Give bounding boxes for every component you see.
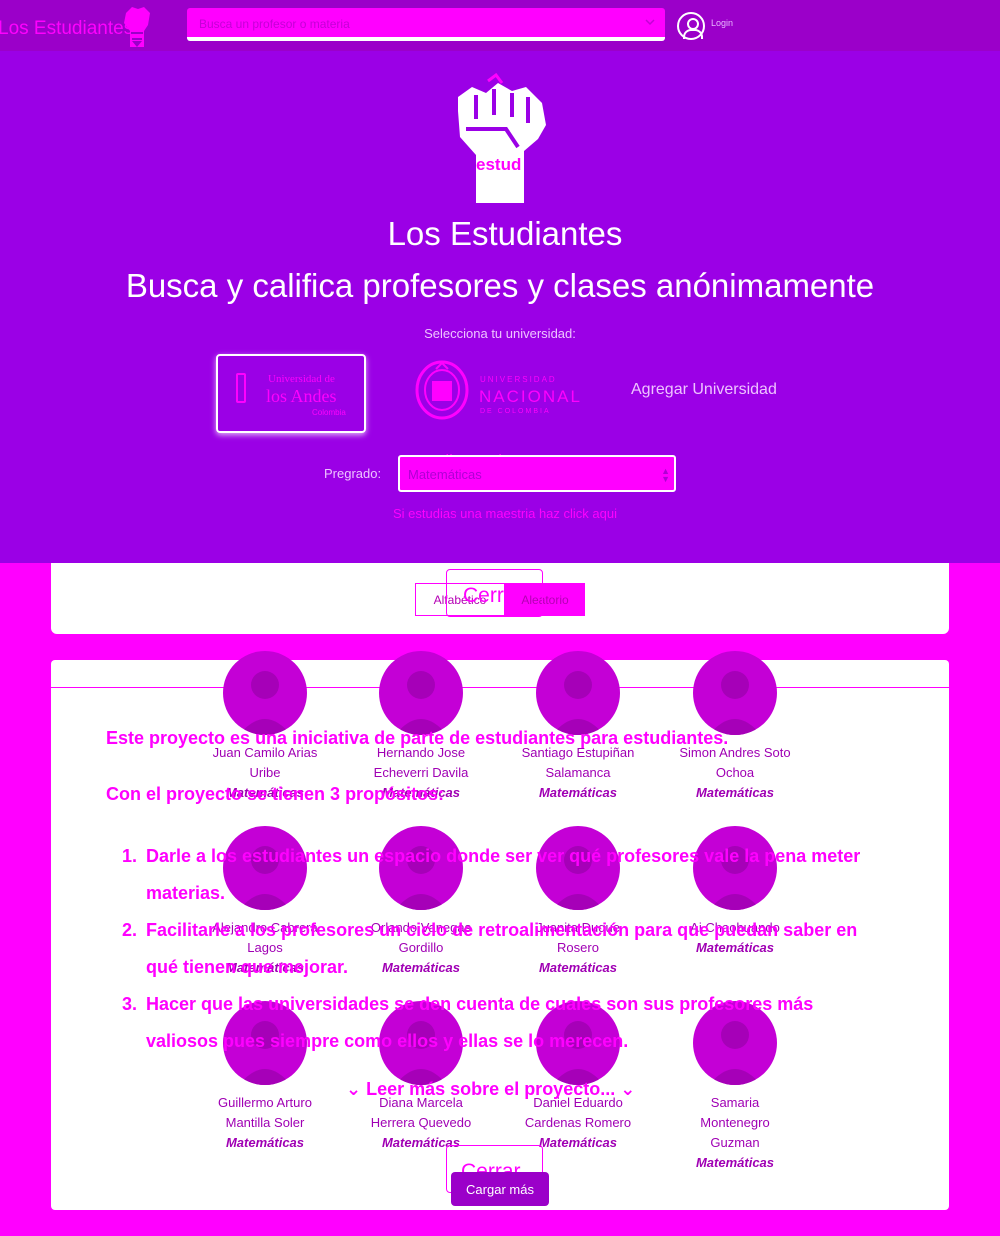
login-link[interactable]: Login <box>711 18 733 28</box>
nacional-logo-line3: DE COLOMBIA <box>480 408 551 415</box>
sort-card: Alfabético Aleatorio Cerrar <box>51 563 949 634</box>
pregrado-select[interactable]: Matemáticas ▲ ▼ <box>398 455 676 492</box>
professor-name-line: Herrera Quevedo <box>370 1115 472 1130</box>
divider <box>51 687 949 688</box>
page-title: Los Estudiantes <box>387 215 623 252</box>
about-intro: Este proyecto es una iniciativa de parte… <box>106 728 729 748</box>
chevron-down-icon: ⌄ <box>346 1079 362 1099</box>
professor-card[interactable]: Santiago Estupiñan Salamanca Matemáticas <box>508 651 648 803</box>
university-nacional-option[interactable]: UNIVERSIDAD NACIONAL DE COLOMBIA <box>414 357 586 423</box>
nacional-logo-line1: UNIVERSIDAD <box>480 375 557 384</box>
avatar <box>536 651 620 735</box>
university-andes-option[interactable]: Universidad de los Andes Colombia <box>216 354 366 433</box>
search-input[interactable]: Busca un profesor o materia <box>187 8 665 41</box>
professor-name-line: Mantilla Soler <box>225 1115 305 1130</box>
professor-name: Guillermo Arturo Mantilla Soler <box>195 1093 335 1133</box>
professor-subject: Matemáticas <box>695 785 775 800</box>
andes-logo-icon <box>236 373 246 403</box>
professor-name-line: Echeverri Davila <box>373 765 469 780</box>
list-item: 2. Facilitarle a los profesores un ciclo … <box>122 920 858 977</box>
top-navbar: Los Estudiantes Busca un profesor o mate… <box>0 0 1000 51</box>
user-icon[interactable] <box>677 12 705 40</box>
professor-card[interactable]: Simon Andres Soto Ochoa Matemáticas <box>665 651 805 803</box>
load-more-button[interactable]: Cargar más <box>451 1172 549 1206</box>
nacional-seal-icon <box>415 360 469 420</box>
professor-name: Hernando Jose Echeverri Davila <box>351 743 491 783</box>
search-placeholder: Busca un profesor o materia <box>199 17 350 31</box>
list-item: 1. Darle a los estudiantes un espacio don… <box>122 846 861 903</box>
professor-name: Santiago Estupiñan Salamanca <box>508 743 648 783</box>
pregrado-selected-value: Matemáticas <box>408 467 482 482</box>
list-item: 3. Hacer que las universidades se den cue… <box>122 994 814 1051</box>
andes-logo-line1: Universidad de <box>268 373 335 385</box>
read-more-label: Leer más sobre el proyecto... <box>366 1079 616 1099</box>
select-arrows-icon: ▲ ▼ <box>661 466 670 484</box>
avatar <box>223 651 307 735</box>
avatar <box>379 651 463 735</box>
professor-card[interactable]: Hernando Jose Echeverri Davila Matemáticas <box>351 651 491 803</box>
professor-subject: Matemáticas <box>695 1155 775 1170</box>
chevron-down-icon <box>645 19 655 26</box>
maestria-link[interactable]: Si estudias una maestria haz click aqui <box>0 506 1000 521</box>
nacional-logo-line2: NACIONAL <box>479 387 582 406</box>
professor-name-line: Guzman <box>710 1135 760 1150</box>
add-university-link[interactable]: Agregar Universidad <box>631 381 777 399</box>
professor-subject: Matemáticas <box>225 1135 305 1150</box>
professor-subject: Matemáticas <box>538 785 618 800</box>
professor-name-line: Cardenas Romero <box>524 1115 632 1130</box>
avatar <box>693 651 777 735</box>
professor-name-line: Guillermo Arturo <box>218 1095 312 1110</box>
fist-logo-icon[interactable] <box>118 3 156 49</box>
professor-name-line: Samaria <box>710 1095 760 1110</box>
select-university-label: Selecciona tu universidad: <box>424 326 576 341</box>
fist-logo-icon <box>458 73 546 203</box>
professor-name-line: Uribe <box>249 765 281 780</box>
about-purpose-list: 1. Darle a los estudiantes un espacio don… <box>122 838 886 1060</box>
hero-section: estud Los Estudiantes Busca y califica p… <box>0 51 1000 563</box>
chevron-down-icon: ⌄ <box>620 1079 636 1099</box>
professor-name: Samaria Montenegro Guzman <box>665 1093 805 1153</box>
pregrado-label: Pregrado: <box>324 466 382 481</box>
about-purpose: Con el proyecto se tienen 3 propósitos: <box>106 784 445 804</box>
professor-name-line: Salamanca <box>545 765 611 780</box>
professor-name-line: Montenegro <box>700 1115 770 1130</box>
professor-card[interactable]: Juan Camilo Arias Uribe Matemáticas <box>195 651 335 803</box>
professor-name: Simon Andres Soto Ochoa <box>665 743 805 783</box>
page-subtitle: Busca y califica profesores y clases anó… <box>125 267 875 304</box>
professor-name: Juan Camilo Arias Uribe <box>195 743 335 783</box>
brand-name[interactable]: Los Estudiantes <box>0 18 133 40</box>
logo-word: estud <box>476 155 522 174</box>
andes-logo-line3: Colombia <box>312 408 346 417</box>
professor-name-line: Ochoa <box>715 765 755 780</box>
read-more-link[interactable]: ⌄ Leer más sobre el proyecto... ⌄ <box>346 1079 635 1100</box>
andes-logo-line2: los Andes <box>266 386 337 406</box>
close-button-ghost[interactable]: Cerrar <box>446 569 543 617</box>
